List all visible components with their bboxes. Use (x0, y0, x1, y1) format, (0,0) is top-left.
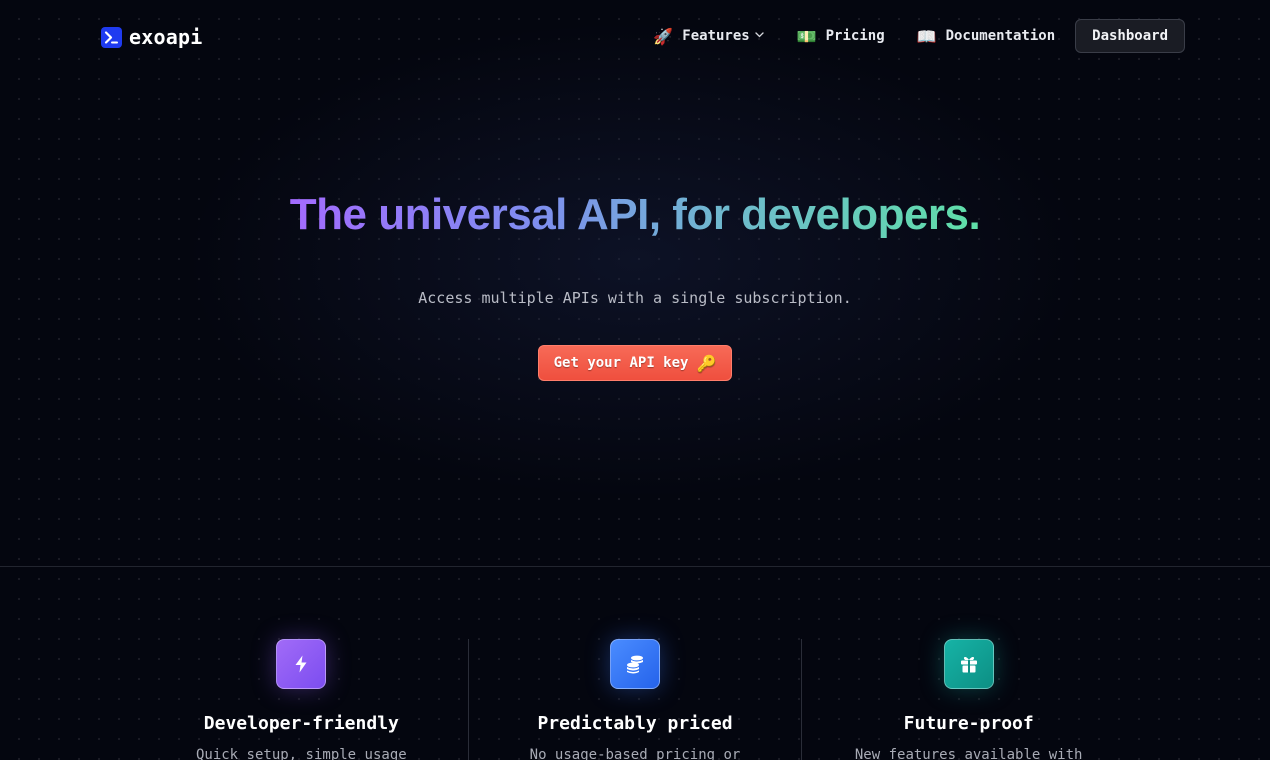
page: exoapi 🚀 Features 💵 Pricing 📖 Documentat… (0, 0, 1270, 760)
nav-pricing-link[interactable]: 💵 Pricing (797, 27, 885, 46)
feature-description: Quick setup, simple usage (195, 747, 407, 760)
rocket-icon: 🚀 (653, 26, 674, 46)
logo-text: exoapi (129, 25, 203, 49)
book-icon: 📖 (916, 26, 937, 46)
lightning-icon (276, 639, 327, 689)
get-api-key-label: Get your API key (553, 355, 689, 371)
nav-pricing-label: Pricing (825, 28, 885, 44)
nav-documentation-link[interactable]: 📖 Documentation (917, 27, 1056, 46)
hero-glow (0, 0, 1270, 566)
cta-wrapper: Get your API key 🔑 (0, 345, 1270, 381)
hero-subtitle: Access multiple APIs with a single subsc… (418, 289, 852, 307)
feature-future-proof: Future-proof New features available with (801, 639, 1135, 760)
money-icon: 💵 (796, 26, 817, 46)
get-api-key-button[interactable]: Get your API key 🔑 (537, 345, 733, 381)
nav-links: 🚀 Features 💵 Pricing 📖 Documentation Das… (653, 18, 1185, 54)
chevron-down-icon (754, 28, 765, 44)
feature-title: Future-proof (903, 713, 1034, 734)
feature-title: Predictably priced (537, 713, 733, 734)
features-section: Developer-friendly Quick setup, simple u… (135, 639, 1135, 760)
logo-link[interactable]: exoapi (101, 25, 202, 49)
key-icon: 🔑 (696, 353, 717, 373)
feature-description: New features available with (854, 747, 1083, 760)
hero-title: The universal API, for developers. (0, 190, 1270, 240)
dashboard-button[interactable]: Dashboard (1075, 19, 1185, 53)
feature-predictably-priced: Predictably priced No usage-based pricin… (467, 639, 802, 760)
section-divider (0, 566, 1270, 567)
feature-description: No usage-based pricing or (529, 747, 741, 760)
coins-icon (610, 639, 660, 689)
hero-title-text: The universal API, for developers. (289, 190, 981, 239)
feature-developer-friendly: Developer-friendly Quick setup, simple u… (135, 639, 468, 760)
terminal-logo-icon (101, 26, 122, 48)
nav-features-dropdown[interactable]: 🚀 Features (653, 27, 764, 46)
top-nav: exoapi 🚀 Features 💵 Pricing 📖 Documentat… (0, 0, 1270, 72)
nav-features-label: Features (682, 28, 750, 44)
gift-icon (943, 639, 994, 689)
nav-documentation-label: Documentation (945, 28, 1056, 44)
feature-title: Developer-friendly (203, 713, 399, 734)
